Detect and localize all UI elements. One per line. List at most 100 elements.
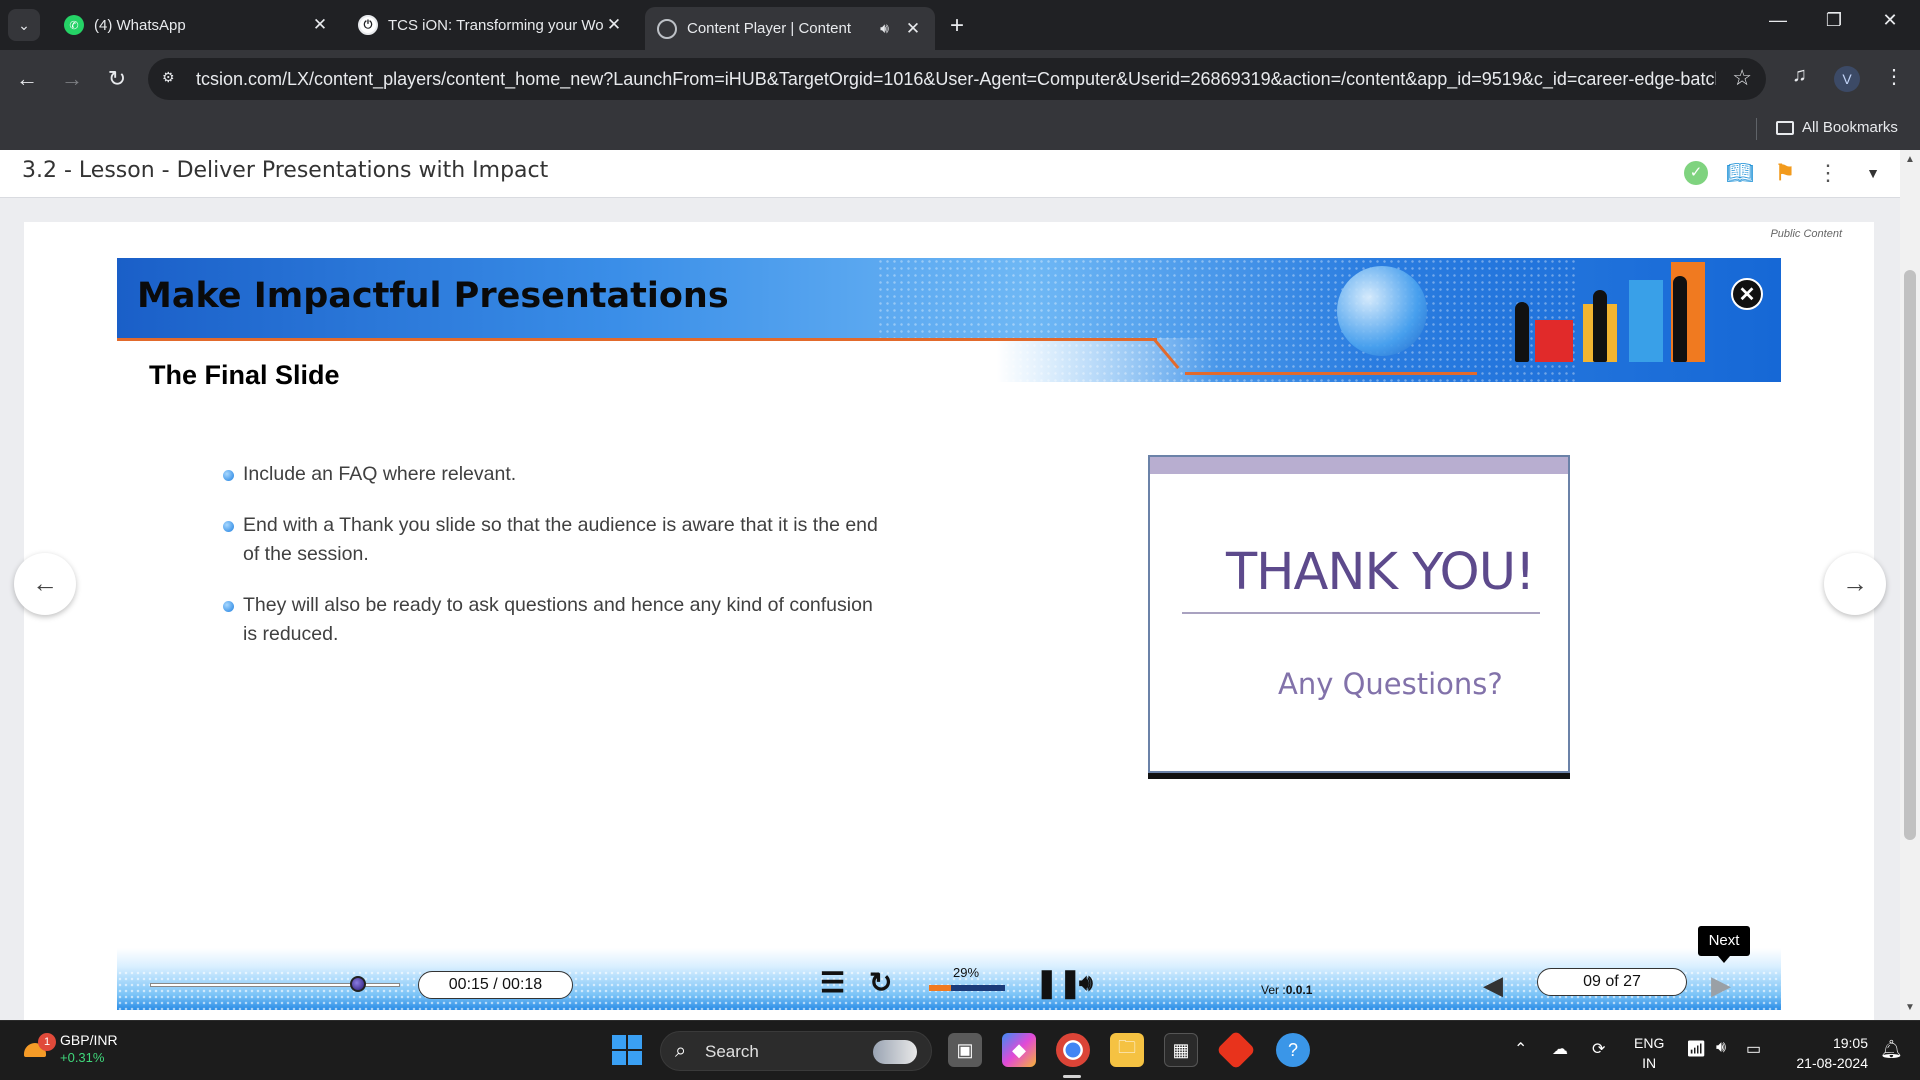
tab-title: Content Player | Content [687,20,851,37]
slide-subtitle: The Final Slide [149,360,340,390]
orange-accent-line [117,338,1157,341]
thank-you-divider [1182,612,1540,614]
volume-tray-icon[interactable]: 🔊︎ [1716,1039,1726,1057]
stock-widget[interactable]: 1 GBP/INR +0.31% [22,1031,118,1067]
tab-title: (4) WhatsApp [94,16,186,34]
close-tab-icon[interactable]: ✕ [903,19,923,39]
close-tab-icon[interactable]: ✕ [310,15,330,35]
search-icon: ⌕ [675,1040,687,1062]
browser-menu-icon[interactable]: ⋮ [1884,64,1904,89]
pause-icon[interactable]: ❚❚ [1035,966,1082,1000]
onedrive-icon[interactable]: ☁ [1552,1039,1568,1059]
chrome-icon[interactable] [1056,1033,1090,1067]
weather-widget-icon: 1 [22,1033,56,1063]
chart-bar-graphic [1535,320,1573,362]
reload-icon[interactable]: ↻ [102,64,132,94]
volume-bar[interactable] [929,985,1005,991]
globe-icon [657,18,677,39]
completed-check-icon: ✓ [1684,161,1708,185]
new-tab-button[interactable]: + [950,12,964,40]
clock[interactable]: 19:05 21-08-2024 [1784,1033,1868,1073]
next-slide-icon[interactable]: ▶ [1711,970,1731,1001]
bullet-item: Include an FAQ where relevant. [223,460,883,489]
walking-person-graphic [1593,290,1607,362]
taskbar-search[interactable]: ⌕ Search [660,1031,932,1071]
media-controls-icon[interactable]: ♫ [1792,64,1807,87]
close-tab-icon[interactable]: ✕ [604,15,624,35]
forward-icon[interactable]: → [57,64,87,94]
scrollbar-thumb[interactable] [1904,270,1916,840]
thank-you-title: THANK YOU! [1226,543,1535,602]
show-hidden-icons[interactable]: ⌃ [1514,1039,1527,1059]
restore-icon[interactable]: ❐ [1814,10,1854,31]
all-bookmarks-button[interactable]: All Bookmarks [1776,119,1898,136]
profile-avatar[interactable]: V [1834,66,1860,92]
tab-content-player[interactable]: Content Player | Content 🔊︎ ✕ [645,7,935,50]
scroll-up-icon[interactable]: ▲ [1905,154,1915,165]
task-view-icon[interactable]: ▣ [948,1033,982,1067]
speaker-icon[interactable]: 🔊︎ [880,20,889,37]
url-text[interactable]: tcsion.com/LX/content_players/content_ho… [196,69,1716,90]
minimize-icon[interactable]: — [1758,10,1798,31]
chart-bar-graphic [1629,280,1663,362]
menu-list-icon[interactable]: ☰ [820,966,845,1000]
tab-search-chevron-icon[interactable]: ⌄ [8,9,40,41]
app-red-diamond-icon[interactable] [1216,1030,1256,1070]
bookmarks-divider [1756,118,1757,140]
bookmark-icon[interactable]: ⚑ [1770,158,1800,188]
file-explorer-icon[interactable]: 🗀︎ [1110,1033,1144,1067]
microsoft-store-icon[interactable]: ▦ [1164,1033,1198,1067]
battery-icon[interactable]: ▭ [1746,1039,1761,1059]
bullet-item: They will also be ready to ask questions… [223,591,883,649]
notification-bell-icon[interactable]: 🔔︎ [1880,1039,1903,1060]
dropdown-caret-icon[interactable]: ▼ [1858,158,1888,188]
help-icon[interactable]: ? [1276,1033,1310,1067]
slide-title: Make Impactful Presentations [137,276,729,316]
next-arrow-button[interactable]: → [1824,553,1886,615]
lesson-header: 3.2 - Lesson - Deliver Presentations wit… [0,150,1900,198]
thank-you-header-bar [1150,457,1568,474]
tab-title: TCS iON: Transforming your Wo [388,16,604,34]
seek-handle[interactable] [349,976,366,992]
back-icon[interactable]: ← [12,64,42,94]
browser-toolbar: ← → ↻ ⚙ tcsion.com/LX/content_players/co… [0,50,1920,108]
close-icon[interactable]: ✕ [1731,278,1763,310]
copilot-icon[interactable]: ◆ [1002,1033,1036,1067]
clock-date: 21-08-2024 [1796,1055,1868,1071]
book-icon[interactable]: 📖︎ [1725,158,1755,188]
address-bar[interactable]: ⚙ tcsion.com/LX/content_players/content_… [148,58,1766,100]
volume-icon[interactable]: 🔊︎ [1079,966,1093,1000]
time-display: 00:15 / 00:18 [418,971,573,999]
scroll-down-icon[interactable]: ▼ [1905,1002,1915,1013]
wifi-icon[interactable]: 📶︎ [1686,1039,1706,1059]
version-text: Ver :0.0.1 [1261,983,1313,997]
active-app-indicator [1063,1075,1081,1078]
language-indicator[interactable]: ENG IN [1634,1033,1664,1073]
clock-time: 19:05 [1832,1035,1868,1051]
previous-arrow-button[interactable]: ← [14,553,76,615]
thank-you-image: THANK YOU! Any Questions? [1148,455,1570,773]
region-code: IN [1642,1055,1657,1071]
bullet-list: Include an FAQ where relevant. End with … [223,460,883,671]
thank-you-subtitle: Any Questions? [1278,667,1503,701]
tab-whatsapp[interactable]: ✆ (4) WhatsApp ✕ [52,7,342,43]
all-bookmarks-label: All Bookmarks [1802,119,1898,136]
more-options-icon[interactable]: ⋮ [1813,158,1843,188]
sync-icon[interactable]: ⟳ [1592,1039,1605,1059]
previous-slide-icon[interactable]: ◀ [1483,970,1503,1001]
bookmarks-bar: All Bookmarks [0,108,1920,150]
site-info-icon[interactable]: ⚙ [162,69,182,89]
bookmark-star-icon[interactable]: ☆ [1732,65,1752,91]
replay-icon[interactable]: ↻ [869,966,892,1000]
folder-icon [1776,120,1794,135]
search-highlight-icon [873,1040,917,1064]
start-menu-icon[interactable] [612,1035,642,1065]
whatsapp-icon: ✆ [64,15,84,35]
widget-change: +0.31% [60,1050,105,1065]
player-controls: 00:15 / 00:18 ☰ ↻ 29% ❚❚ 🔊︎ Ver :0.0.1 ◀… [117,948,1781,1010]
notification-badge: 1 [38,1033,56,1051]
close-window-icon[interactable]: ✕ [1870,10,1910,31]
page-scrollbar[interactable]: ▲ ▼ [1900,150,1920,1020]
slide: Make Impactful Presentations ✕ The Final… [117,258,1781,1010]
tab-tcs-ion[interactable]: ⏻ TCS iON: Transforming your Wo ✕ [346,7,636,43]
